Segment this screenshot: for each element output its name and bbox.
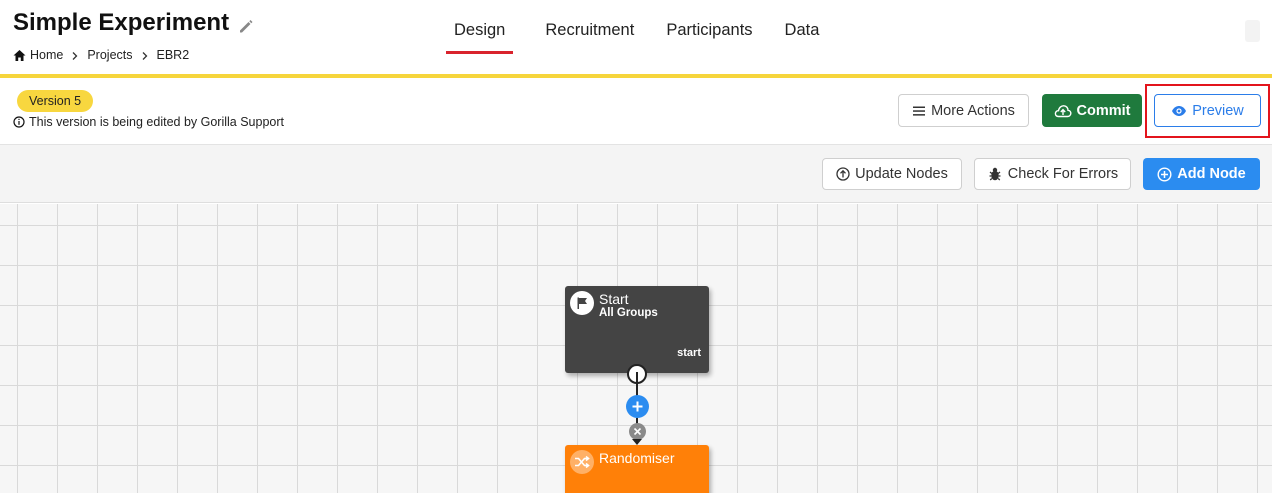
more-actions-label: More Actions bbox=[931, 102, 1015, 119]
commit-label: Commit bbox=[1076, 102, 1131, 119]
more-actions-button[interactable]: More Actions bbox=[898, 94, 1029, 127]
main-tabs: Design Recruitment Participants Data bbox=[446, 0, 851, 74]
commit-button[interactable]: Commit bbox=[1042, 94, 1142, 127]
close-icon bbox=[633, 427, 642, 436]
canvas-toolbar: Update Nodes Check For Errors Add Node bbox=[0, 145, 1272, 203]
tab-recruitment[interactable]: Recruitment bbox=[545, 0, 634, 60]
output-port[interactable] bbox=[627, 364, 647, 384]
update-nodes-button[interactable]: Update Nodes bbox=[822, 158, 962, 190]
version-note: This version is being edited by Gorilla … bbox=[13, 115, 284, 129]
version-note-text: This version is being edited by Gorilla … bbox=[29, 115, 284, 129]
arrow-up-circle-icon bbox=[836, 167, 850, 181]
plus-circle-icon bbox=[1157, 166, 1172, 182]
cloud-upload-icon bbox=[1054, 104, 1072, 117]
experiment-title-row: Simple Experiment bbox=[13, 9, 255, 37]
tab-data[interactable]: Data bbox=[785, 0, 820, 60]
shuffle-icon bbox=[570, 450, 594, 474]
plus-icon bbox=[632, 401, 643, 412]
breadcrumb: Home Projects EBR2 bbox=[13, 48, 189, 62]
preview-label: Preview bbox=[1192, 102, 1244, 119]
remove-connection-button[interactable] bbox=[629, 423, 646, 440]
start-node-title: Start bbox=[599, 291, 629, 307]
add-node-label: Add Node bbox=[1177, 166, 1246, 182]
start-node[interactable]: Start All Groups start bbox=[565, 286, 709, 373]
add-node-button[interactable]: Add Node bbox=[1143, 158, 1260, 190]
version-bar: Version 5 This version is being edited b… bbox=[0, 78, 1272, 145]
version-badge: Version 5 bbox=[17, 90, 94, 112]
menu-icon bbox=[913, 106, 926, 116]
start-node-subtitle: All Groups bbox=[599, 307, 658, 319]
tab-participants[interactable]: Participants bbox=[666, 0, 752, 60]
randomiser-node-title: Randomiser bbox=[599, 450, 675, 466]
pencil-icon[interactable] bbox=[237, 14, 255, 33]
home-icon bbox=[13, 49, 26, 62]
bug-icon bbox=[989, 167, 1001, 181]
app-header: Simple Experiment Home Projects EBR2 Des… bbox=[0, 0, 1272, 74]
insert-node-button[interactable] bbox=[626, 395, 649, 418]
breadcrumb-current[interactable]: EBR2 bbox=[157, 48, 190, 62]
update-nodes-label: Update Nodes bbox=[855, 166, 948, 182]
breadcrumb-home[interactable]: Home bbox=[13, 48, 63, 62]
randomiser-node[interactable]: Randomiser bbox=[565, 445, 709, 493]
chevron-right-icon bbox=[70, 50, 80, 60]
breadcrumb-projects[interactable]: Projects bbox=[87, 48, 132, 62]
page-title: Simple Experiment bbox=[13, 9, 230, 36]
eye-icon bbox=[1172, 105, 1187, 116]
check-errors-label: Check For Errors bbox=[1007, 166, 1119, 182]
preview-button[interactable]: Preview bbox=[1154, 94, 1261, 127]
check-errors-button[interactable]: Check For Errors bbox=[974, 158, 1131, 190]
header-user-menu[interactable] bbox=[1245, 20, 1260, 42]
breadcrumb-home-label: Home bbox=[30, 48, 64, 62]
flag-icon bbox=[570, 291, 594, 315]
tab-design[interactable]: Design bbox=[446, 0, 514, 60]
start-port-label: start bbox=[677, 347, 701, 359]
chevron-right-icon bbox=[140, 50, 150, 60]
info-icon bbox=[13, 116, 25, 128]
